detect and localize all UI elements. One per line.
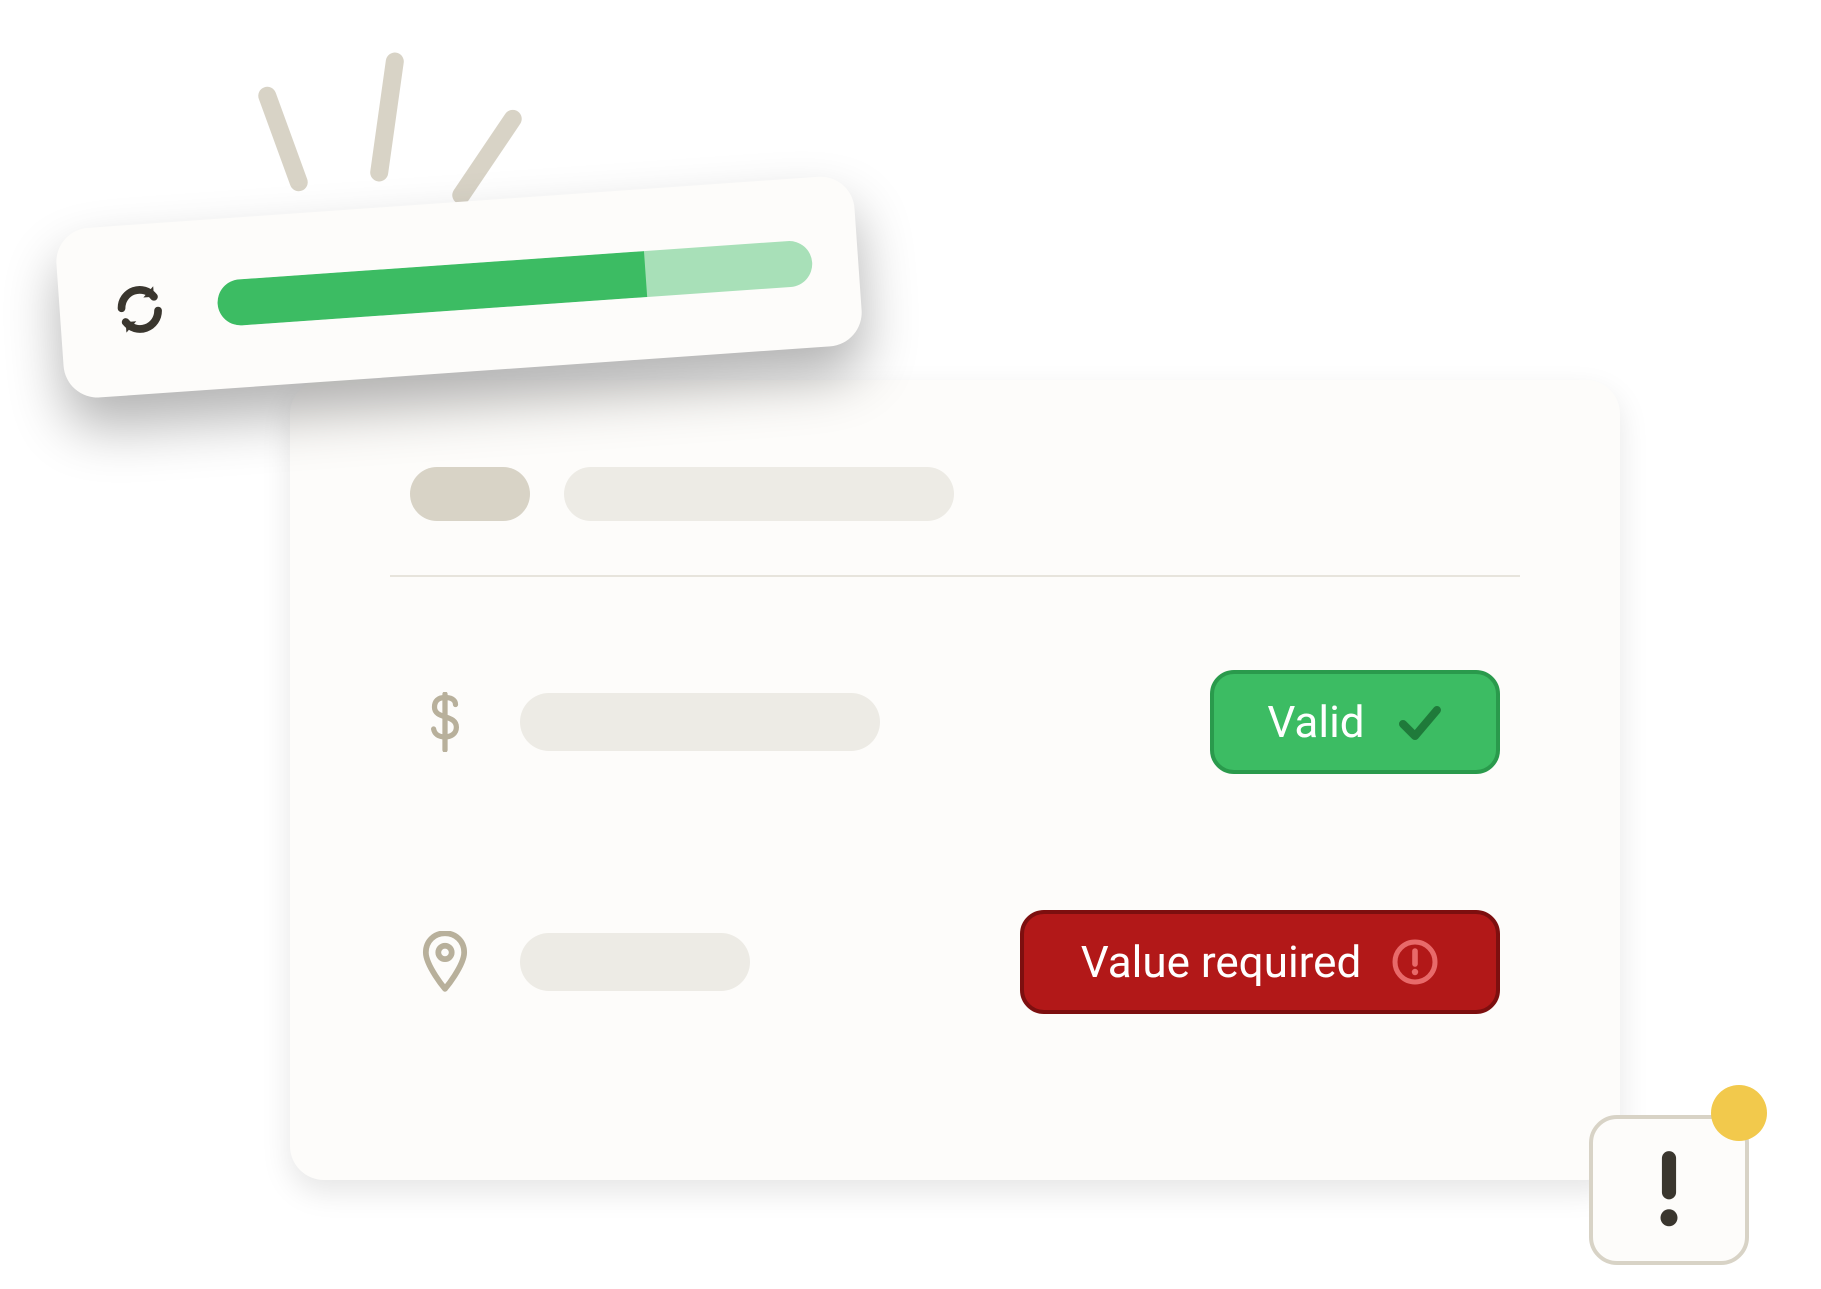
- emphasis-line-icon: [256, 84, 311, 194]
- map-pin-icon: [410, 931, 480, 993]
- amount-field[interactable]: [520, 693, 880, 751]
- progress-fill: [216, 251, 647, 327]
- header-placeholder-large: [564, 467, 954, 521]
- divider: [390, 575, 1520, 577]
- form-card: Valid Value required: [290, 380, 1620, 1180]
- check-icon: [1395, 698, 1443, 746]
- form-row-amount: Valid: [410, 670, 1500, 774]
- notification-dot-icon: [1711, 1085, 1767, 1141]
- error-badge-label: Value required: [1081, 940, 1362, 984]
- dollar-icon: [410, 692, 480, 752]
- valid-badge: Valid: [1210, 670, 1500, 774]
- header-placeholder-small: [410, 467, 530, 521]
- emphasis-line-icon: [449, 106, 525, 207]
- exclamation-icon: [1652, 1148, 1686, 1232]
- error-badge: Value required: [1020, 910, 1500, 1014]
- progress-bar: [216, 239, 814, 326]
- alert-circle-icon: [1391, 938, 1439, 986]
- valid-badge-label: Valid: [1267, 700, 1364, 744]
- progress-card: [54, 174, 864, 399]
- location-field[interactable]: [520, 933, 750, 991]
- card-header: [410, 460, 1500, 528]
- emphasis-line-icon: [369, 51, 405, 182]
- form-row-location: Value required: [410, 910, 1500, 1014]
- refresh-icon: [104, 273, 177, 346]
